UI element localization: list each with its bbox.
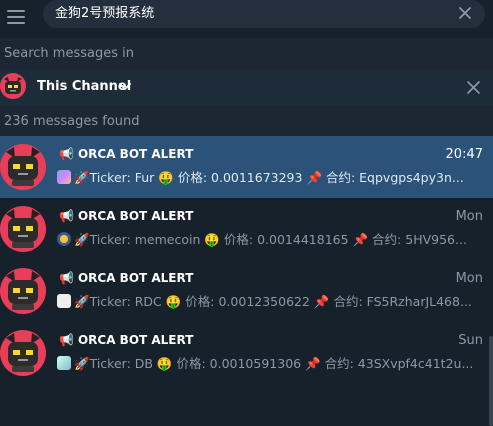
channel-name[interactable]: This Channel (37, 79, 131, 95)
result-date: Mon (455, 271, 483, 286)
result-title: ORCA BOT ALERT (77, 271, 194, 285)
search-scope-label: Search messages in (4, 46, 134, 61)
preview-thumbnail (57, 170, 71, 184)
close-icon[interactable] (457, 5, 473, 21)
scrollbar[interactable] (489, 336, 493, 426)
channel-avatar (0, 73, 26, 99)
result-title: ORCA BOT ALERT (77, 333, 194, 347)
bot-avatar (0, 144, 46, 190)
top-bar: 金狗2号预报系统 (0, 0, 493, 38)
search-result-item[interactable]: 📢 ORCA BOT ALERT Sun 🚀Ticker: DB 🤑 价格: 0.… (0, 322, 493, 384)
search-result-item[interactable]: 📢 ORCA BOT ALERT Mon 🚀Ticker: RDC 🤑 价格: 0… (0, 260, 493, 322)
search-results-list: 📢 ORCA BOT ALERT 20:47 🚀Ticker: Fur 🤑 价格:… (0, 136, 493, 426)
search-scope-header: Search messages in (0, 38, 493, 69)
bot-avatar (0, 268, 46, 314)
result-snippet: 🚀Ticker: memecoin 🤑 价格: 0.0014418165 📌 合… (74, 232, 467, 247)
chevron-down-icon[interactable] (119, 82, 131, 92)
megaphone-icon: 📢 (59, 333, 74, 347)
bot-avatar (0, 206, 46, 252)
channel-filter[interactable]: This Channel (0, 69, 493, 106)
preview-thumbnail (57, 294, 71, 308)
megaphone-icon: 📢 (59, 271, 74, 285)
megaphone-icon: 📢 (59, 209, 74, 223)
result-title: ORCA BOT ALERT (77, 209, 194, 223)
result-date: 20:47 (445, 147, 483, 162)
result-snippet: 🚀Ticker: DB 🤑 价格: 0.0010591306 📌 合约: 43S… (74, 356, 474, 371)
search-result-item[interactable]: 📢 ORCA BOT ALERT 20:47 🚀Ticker: Fur 🤑 价格:… (0, 136, 493, 198)
results-count: 236 messages found (4, 114, 140, 129)
result-snippet: 🚀Ticker: RDC 🤑 价格: 0.0012350622 📌 合约: FS… (74, 294, 472, 309)
result-title: ORCA BOT ALERT (77, 147, 194, 161)
preview-thumbnail (57, 232, 71, 246)
hamburger-menu-icon[interactable] (7, 10, 25, 24)
search-result-item[interactable]: 📢 ORCA BOT ALERT Mon 🚀Ticker: memecoin 🤑 … (0, 198, 493, 260)
result-date: Mon (455, 209, 483, 224)
search-input[interactable]: 金狗2号预报系统 (43, 0, 485, 28)
close-icon[interactable] (466, 80, 481, 95)
megaphone-icon: 📢 (59, 147, 74, 161)
preview-thumbnail (57, 356, 71, 370)
result-snippet: 🚀Ticker: Fur 🤑 价格: 0.0011673293 📌 合约: Eq… (74, 170, 464, 185)
result-date: Sun (458, 333, 483, 348)
bot-avatar (0, 330, 46, 376)
results-count-header: 236 messages found (0, 106, 493, 136)
search-query[interactable]: 金狗2号预报系统 (55, 5, 154, 22)
